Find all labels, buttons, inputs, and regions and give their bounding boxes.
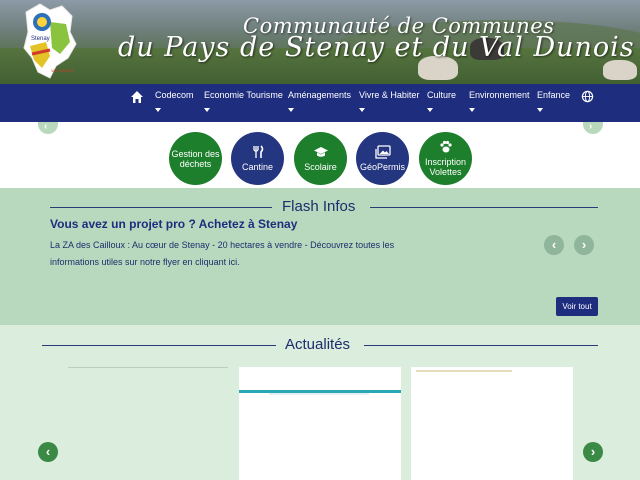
- flash-body-text[interactable]: La ZA des Cailloux : Au cœur de Stenay -…: [50, 237, 420, 271]
- site-logo[interactable]: Stenay VAL DUNOIS: [20, 2, 78, 80]
- quick-link-inscription-volettes[interactable]: Inscription Volettes: [419, 132, 472, 185]
- news-card[interactable]: [411, 367, 573, 480]
- banner-title-line2: du Pays de Stenay et du Val Dunois: [118, 32, 635, 63]
- quick-link-label: Inscription Volettes: [424, 157, 467, 177]
- flash-headline[interactable]: Vous avez un projet pro ? Achetez à Sten…: [50, 217, 297, 231]
- nav-item-environnement[interactable]: Environnement: [469, 90, 530, 112]
- chevron-down-icon: [155, 108, 161, 112]
- section-divider: [364, 345, 598, 346]
- news-title: Actualités: [285, 336, 351, 353]
- utensils-icon: [252, 145, 263, 158]
- chevron-left-icon: ‹: [45, 444, 51, 459]
- logo-val-text: VAL DUNOIS: [51, 69, 74, 73]
- chevron-left-icon: ‹: [44, 121, 48, 132]
- quick-links-prev-arrow[interactable]: ‹: [38, 122, 58, 134]
- quick-link-label: GéoPermis: [359, 162, 405, 172]
- quick-link-scolaire[interactable]: Scolaire: [294, 132, 347, 185]
- chevron-down-icon: [359, 108, 365, 112]
- news-card[interactable]: [239, 367, 401, 480]
- chevron-right-icon: ›: [590, 444, 596, 459]
- quick-links-bar: ‹ › Gestion des déchets Cantine Scolaire…: [0, 122, 640, 188]
- news-card-image: [269, 393, 369, 395]
- chevron-left-icon: ‹: [551, 237, 557, 252]
- logo-town-name: Stenay: [31, 36, 50, 42]
- nav-item-label: Aménagements: [288, 90, 352, 100]
- flash-infos-section: Flash Infos Vous avez un projet pro ? Ac…: [0, 188, 640, 325]
- nav-item-amenagements[interactable]: Aménagements: [288, 90, 351, 112]
- quick-link-geopermis[interactable]: GéoPermis: [356, 132, 409, 185]
- nav-item-label: Codecom: [155, 90, 194, 100]
- flash-prev-button[interactable]: ‹: [544, 235, 564, 255]
- quick-link-gestion-dechets[interactable]: Gestion des déchets: [169, 132, 222, 185]
- chevron-down-icon: [469, 108, 475, 112]
- chevron-down-icon: [537, 108, 543, 112]
- nav-item-economie-tourisme[interactable]: Economie Tourisme: [204, 90, 283, 112]
- cow-image: [603, 60, 637, 80]
- home-icon[interactable]: [130, 90, 144, 104]
- news-section: Actualités ‹ ›: [0, 325, 640, 480]
- nav-item-label: Economie Tourisme: [204, 90, 283, 100]
- paw-icon: [439, 140, 452, 153]
- chevron-right-icon: ›: [589, 121, 593, 132]
- news-next-button[interactable]: ›: [583, 442, 603, 462]
- nav-item-vivre-habiter[interactable]: Vivre & Habiter: [359, 90, 419, 112]
- news-card-separator: [68, 367, 228, 368]
- globe-icon[interactable]: [581, 90, 594, 103]
- section-divider: [370, 207, 598, 208]
- flash-infos-title: Flash Infos: [282, 198, 356, 215]
- nav-item-label: Vivre & Habiter: [359, 90, 420, 100]
- nav-item-culture[interactable]: Culture: [427, 90, 456, 112]
- chevron-right-icon: ›: [581, 237, 587, 252]
- section-divider: [42, 345, 276, 346]
- nav-item-label: Culture: [427, 90, 457, 100]
- flash-next-button[interactable]: ›: [574, 235, 594, 255]
- quick-link-label: Gestion des déchets: [171, 148, 220, 169]
- section-divider: [50, 207, 272, 208]
- nav-item-label: Environnement: [469, 90, 530, 100]
- images-icon: [374, 145, 391, 159]
- chevron-down-icon: [288, 108, 294, 112]
- quick-link-label: Cantine: [241, 162, 274, 172]
- quick-links-next-arrow[interactable]: ›: [583, 122, 603, 134]
- news-card-image: [416, 370, 512, 372]
- chevron-down-icon: [204, 108, 210, 112]
- quick-link-cantine[interactable]: Cantine: [231, 132, 284, 185]
- graduation-cap-icon: [313, 146, 328, 157]
- nav-item-label: Enfance: [537, 90, 571, 100]
- news-prev-button[interactable]: ‹: [38, 442, 58, 462]
- main-navigation: Codecom Economie Tourisme Aménagements V…: [0, 84, 640, 122]
- chevron-down-icon: [427, 108, 433, 112]
- nav-item-enfance[interactable]: Enfance: [537, 90, 570, 112]
- header-banner: Stenay VAL DUNOIS Communauté de Communes…: [0, 0, 640, 84]
- see-all-button[interactable]: Voir tout: [556, 297, 598, 316]
- nav-item-codecom[interactable]: Codecom: [155, 90, 194, 112]
- quick-link-label: Scolaire: [304, 161, 337, 172]
